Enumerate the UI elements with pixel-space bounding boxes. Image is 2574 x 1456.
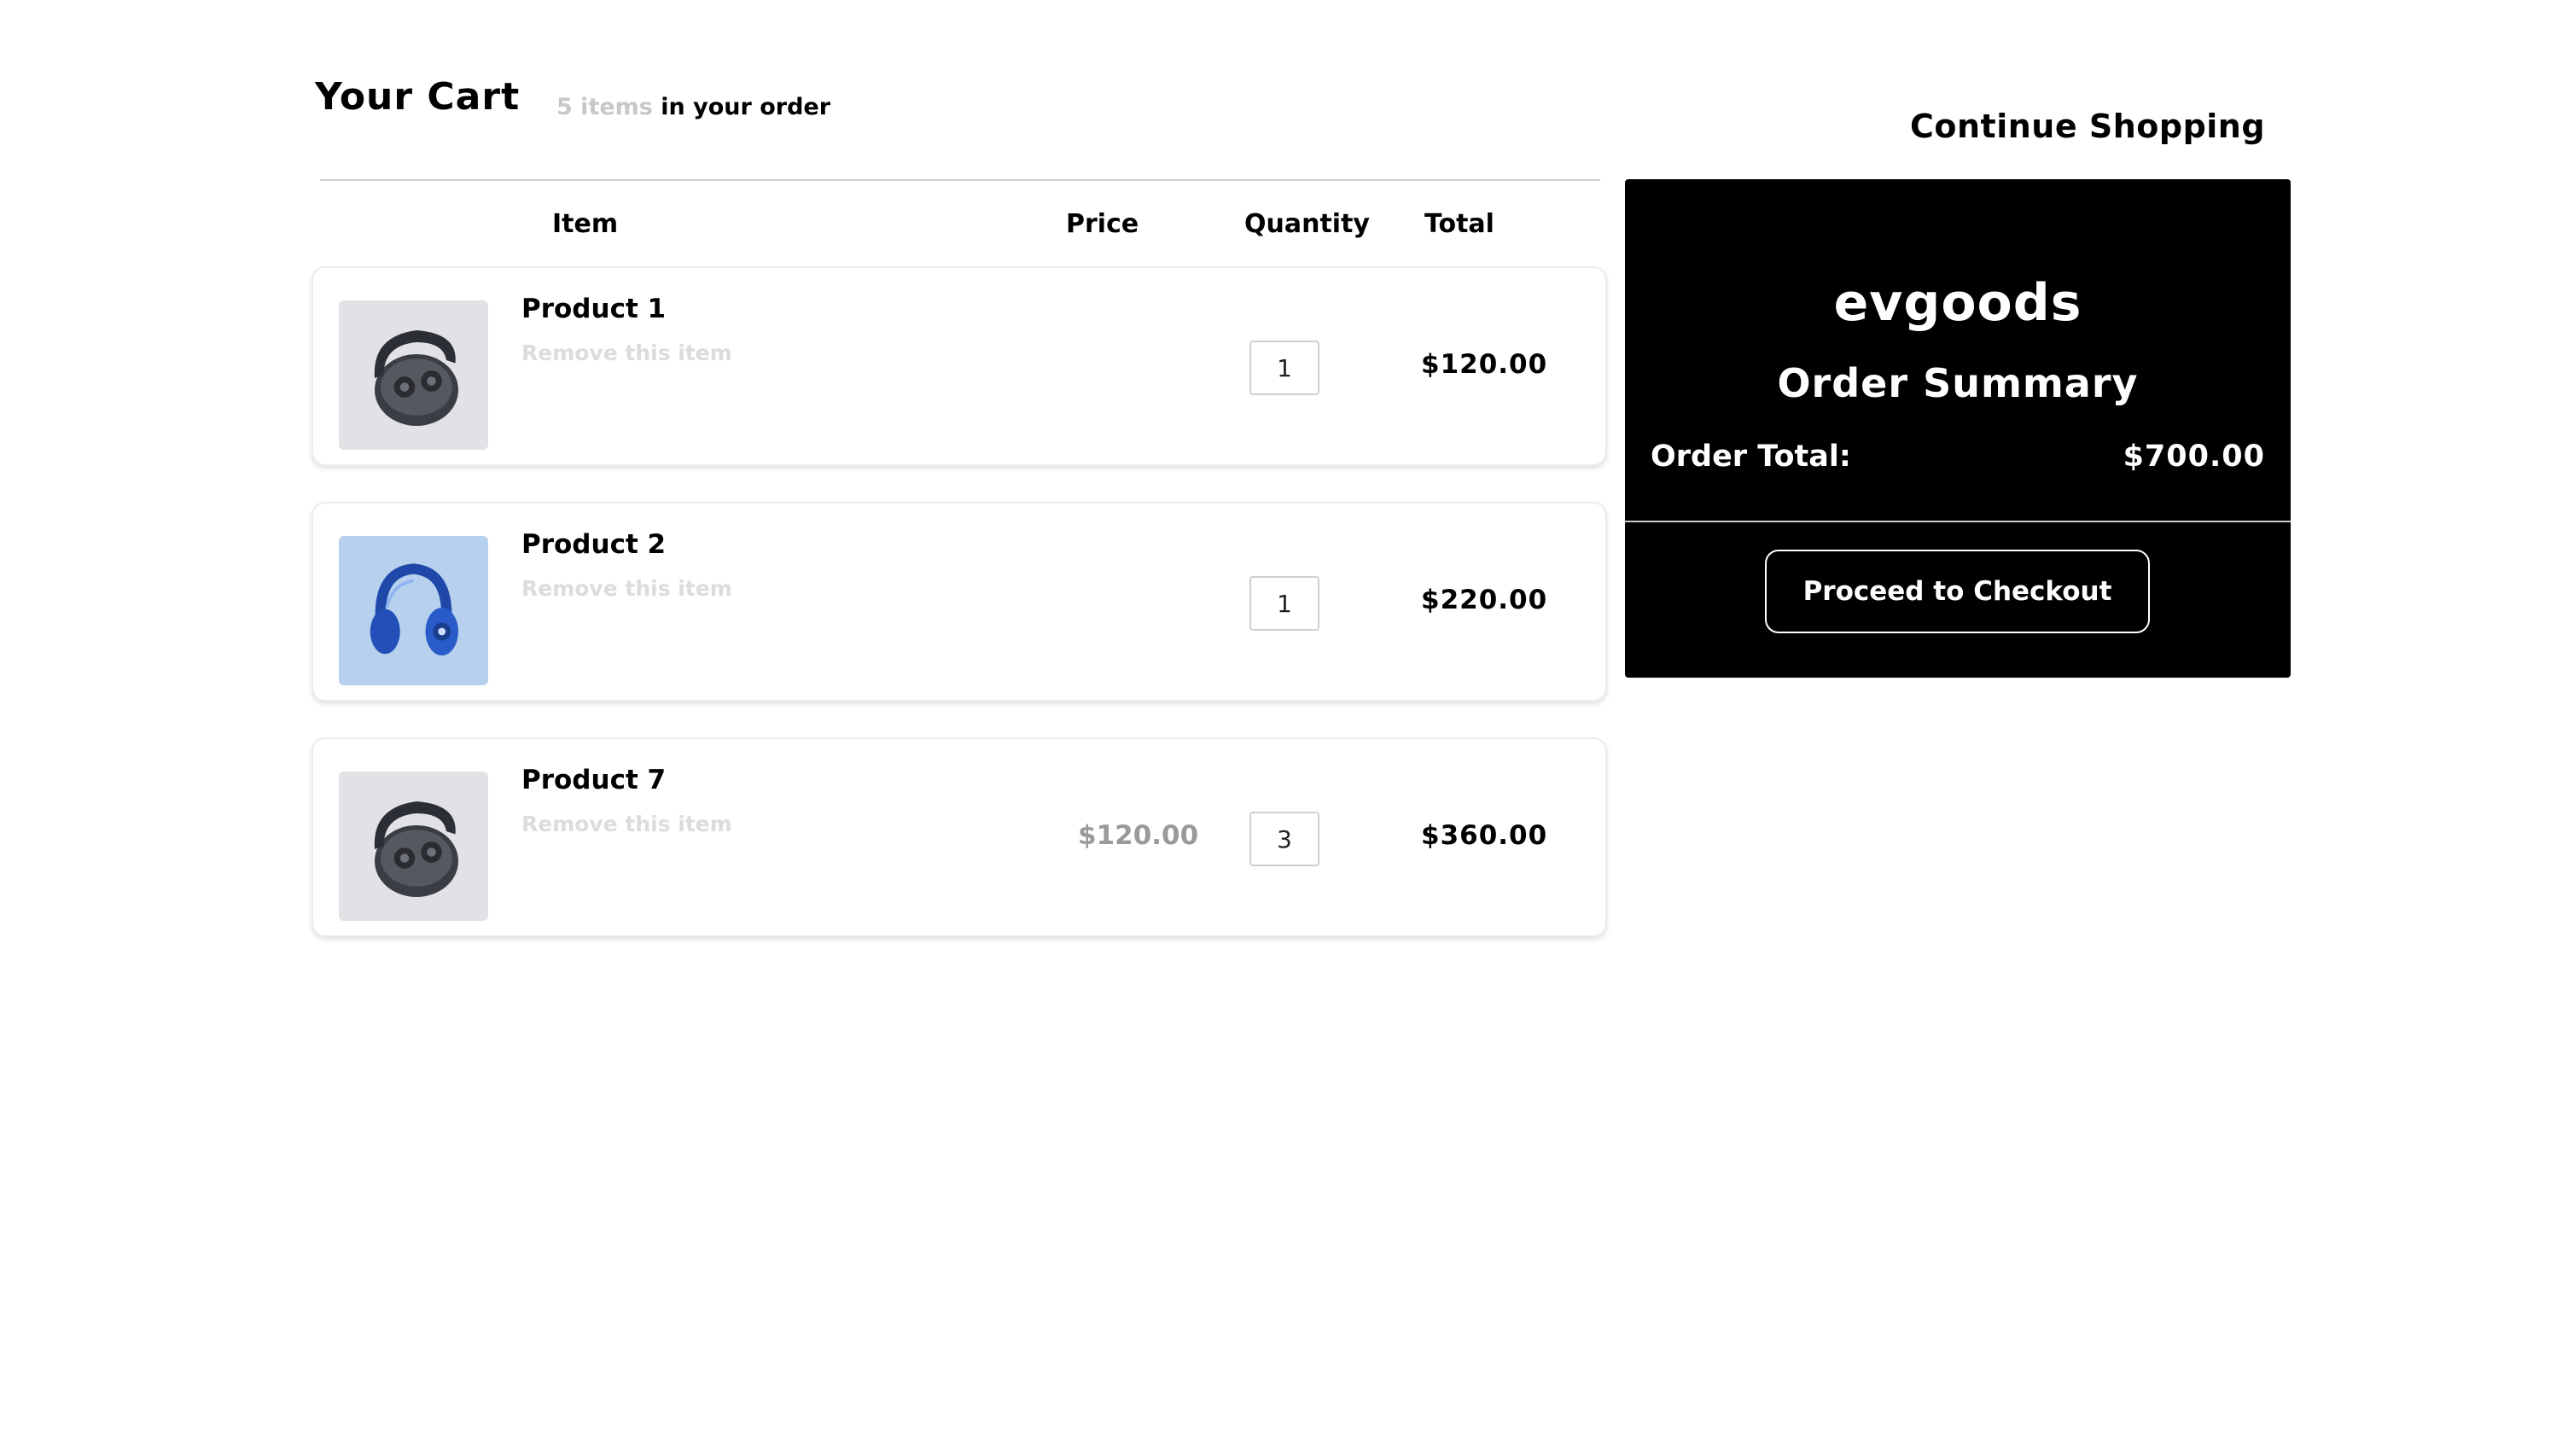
product-name: Product 1 [521, 294, 667, 324]
headphones-icon [339, 536, 488, 685]
order-summary-panel: evgoods Order Summary Order Total: $700.… [1625, 179, 2291, 678]
product-thumbnail [339, 772, 488, 921]
product-thumbnail [339, 300, 488, 450]
column-header-total: Total [1424, 209, 1494, 239]
quantity-input[interactable] [1249, 812, 1319, 866]
quantity-input[interactable] [1249, 576, 1319, 631]
brand-logo: evgoods [1833, 273, 2082, 333]
line-total: $120.00 [1421, 349, 1548, 380]
item-count: 5 items in your order [556, 94, 830, 120]
proceed-to-checkout-button[interactable]: Proceed to Checkout [1765, 550, 2150, 633]
order-total-label: Order Total: [1651, 440, 1851, 474]
product-name: Product 2 [521, 529, 667, 560]
remove-item-link[interactable]: Remove this item [521, 341, 732, 365]
earbuds-case-icon [339, 772, 488, 921]
summary-divider [1625, 521, 2291, 522]
header-divider [320, 179, 1600, 181]
cart-row: Product 1 Remove this item $120.00 [312, 266, 1607, 466]
column-header-item: Item [552, 209, 619, 239]
item-count-text: in your order [652, 94, 831, 120]
cart-row: Product 7 Remove this item $120.00 $360.… [312, 737, 1607, 937]
continue-shopping-link[interactable]: Continue Shopping [1910, 108, 2265, 145]
quantity-input[interactable] [1249, 341, 1319, 395]
line-total: $360.00 [1421, 820, 1548, 851]
remove-item-link[interactable]: Remove this item [521, 576, 732, 601]
earbuds-case-icon [339, 300, 488, 450]
remove-item-link[interactable]: Remove this item [521, 812, 732, 836]
product-name: Product 7 [521, 765, 667, 795]
order-total-value: $700.00 [2123, 440, 2265, 474]
unit-price: $120.00 [1078, 820, 1199, 851]
order-summary-title: Order Summary [1777, 360, 2139, 406]
page-title: Your Cart [315, 75, 521, 119]
column-header-quantity: Quantity [1244, 209, 1370, 239]
line-total: $220.00 [1421, 585, 1548, 615]
product-thumbnail [339, 536, 488, 685]
cart-row: Product 2 Remove this item $220.00 [312, 502, 1607, 702]
column-header-price: Price [1066, 209, 1139, 239]
item-count-number: 5 items [556, 94, 653, 120]
